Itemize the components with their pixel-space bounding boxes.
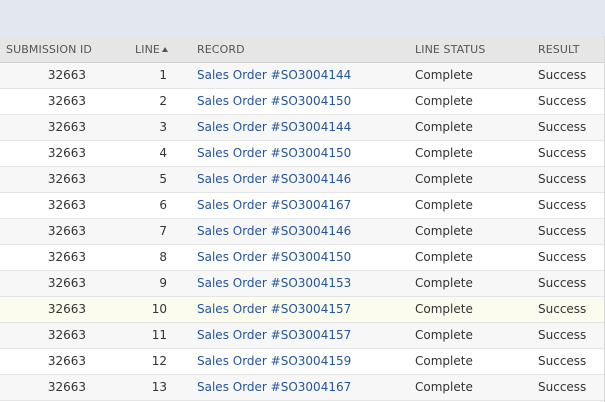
result-cell: Success	[538, 224, 587, 238]
result-cell: Success	[538, 302, 587, 316]
column-header-line-status[interactable]: LINE STATUS	[415, 36, 485, 63]
column-header-record[interactable]: RECORD	[197, 36, 245, 63]
table-row[interactable]: 32663 7 Sales Order #SO3004146 Complete Succ…	[0, 219, 605, 245]
submission-id-cell: 32663	[47, 198, 86, 212]
record-link[interactable]: Sales Order #SO3004144	[197, 115, 351, 140]
line-cell: 12	[151, 354, 167, 368]
submission-id-cell: 32663	[47, 120, 86, 134]
line-cell: 11	[151, 328, 167, 342]
submission-id-cell: 32663	[47, 146, 86, 160]
line-status-cell: Complete	[415, 380, 473, 394]
record-link[interactable]: Sales Order #SO3004157	[197, 297, 351, 322]
line-status-cell: Complete	[415, 250, 473, 264]
table-row[interactable]: 32663 3 Sales Order #SO3004144 Complete Succ…	[0, 115, 605, 141]
line-status-cell: Complete	[415, 224, 473, 238]
line-cell: 2	[159, 94, 167, 108]
sort-ascending-icon	[161, 47, 168, 52]
submission-id-cell: 32663	[47, 172, 86, 186]
record-link[interactable]: Sales Order #SO3004157	[197, 323, 351, 348]
submission-id-cell: 32663	[47, 68, 86, 82]
table-row[interactable]: 32663 6 Sales Order #SO3004167 Complete Succ…	[0, 193, 605, 219]
result-cell: Success	[538, 198, 587, 212]
line-status-cell: Complete	[415, 146, 473, 160]
line-cell: 13	[151, 380, 167, 394]
table-row[interactable]: 32663 8 Sales Order #SO3004150 Complete Succ…	[0, 245, 605, 271]
table-body: 32663 1 Sales Order #SO3004144 Complete Succ…	[0, 63, 605, 401]
result-cell: Success	[538, 94, 587, 108]
submission-id-cell: 32663	[47, 276, 86, 290]
table-row[interactable]: 32663 5 Sales Order #SO3004146 Complete Succ…	[0, 167, 605, 193]
result-cell: Success	[538, 380, 587, 394]
record-link[interactable]: Sales Order #SO3004150	[197, 245, 351, 270]
record-link[interactable]: Sales Order #SO3004146	[197, 167, 351, 192]
line-status-cell: Complete	[415, 172, 473, 186]
record-link[interactable]: Sales Order #SO3004167	[197, 193, 351, 218]
column-header-line-label: LINE	[135, 43, 160, 56]
result-cell: Success	[538, 354, 587, 368]
record-link[interactable]: Sales Order #SO3004159	[197, 349, 351, 374]
result-cell: Success	[538, 328, 587, 342]
result-cell: Success	[538, 68, 587, 82]
line-status-cell: Complete	[415, 276, 473, 290]
table-row[interactable]: 32663 4 Sales Order #SO3004150 Complete Succ…	[0, 141, 605, 167]
column-header-submission-id[interactable]: SUBMISSION ID	[6, 36, 92, 63]
submission-id-cell: 32663	[47, 224, 86, 238]
submission-id-cell: 32663	[47, 94, 86, 108]
result-cell: Success	[538, 250, 587, 264]
table-header: SUBMISSION ID LINE RECORD LINE STATUS RE…	[0, 36, 605, 63]
line-cell: 10	[151, 302, 167, 316]
line-status-cell: Complete	[415, 68, 473, 82]
table-row[interactable]: 32663 9 Sales Order #SO3004153 Complete Succ…	[0, 271, 605, 297]
table-row[interactable]: 32663 1 Sales Order #SO3004144 Complete Succ…	[0, 63, 605, 89]
line-status-cell: Complete	[415, 328, 473, 342]
record-link[interactable]: Sales Order #SO3004150	[197, 141, 351, 166]
line-cell: 6	[159, 198, 167, 212]
submission-id-cell: 32663	[47, 354, 86, 368]
record-link[interactable]: Sales Order #SO3004144	[197, 63, 351, 88]
table-row[interactable]: 32663 12 Sales Order #SO3004159 Complete Suc…	[0, 349, 605, 375]
result-cell: Success	[538, 146, 587, 160]
result-cell: Success	[538, 120, 587, 134]
line-cell: 3	[159, 120, 167, 134]
column-header-line[interactable]: LINE	[135, 36, 168, 63]
line-status-cell: Complete	[415, 120, 473, 134]
record-link[interactable]: Sales Order #SO3004146	[197, 219, 351, 244]
result-cell: Success	[538, 172, 587, 186]
table-row[interactable]: 32663 13 Sales Order #SO3004167 Complete Suc…	[0, 375, 605, 401]
results-table: SUBMISSION ID LINE RECORD LINE STATUS RE…	[0, 36, 605, 401]
submission-id-cell: 32663	[47, 302, 86, 316]
record-link[interactable]: Sales Order #SO3004153	[197, 271, 351, 296]
line-cell: 7	[159, 224, 167, 238]
top-band	[0, 0, 605, 36]
record-link[interactable]: Sales Order #SO3004167	[197, 375, 351, 400]
submission-id-cell: 32663	[47, 380, 86, 394]
line-status-cell: Complete	[415, 94, 473, 108]
table-row[interactable]: 32663 11 Sales Order #SO3004157 Complete Suc…	[0, 323, 605, 349]
submission-id-cell: 32663	[47, 250, 86, 264]
table-row[interactable]: 32663 2 Sales Order #SO3004150 Complete Succ…	[0, 89, 605, 115]
line-cell: 4	[159, 146, 167, 160]
line-status-cell: Complete	[415, 354, 473, 368]
line-cell: 9	[159, 276, 167, 290]
submission-id-cell: 32663	[47, 328, 86, 342]
column-header-result[interactable]: RESULT	[538, 36, 580, 63]
line-status-cell: Complete	[415, 198, 473, 212]
table-row[interactable]: 32663 10 Sales Order #SO3004157 Complete Suc…	[0, 297, 605, 323]
line-cell: 5	[159, 172, 167, 186]
record-link[interactable]: Sales Order #SO3004150	[197, 89, 351, 114]
line-cell: 8	[159, 250, 167, 264]
line-status-cell: Complete	[415, 302, 473, 316]
line-cell: 1	[159, 68, 167, 82]
result-cell: Success	[538, 276, 587, 290]
